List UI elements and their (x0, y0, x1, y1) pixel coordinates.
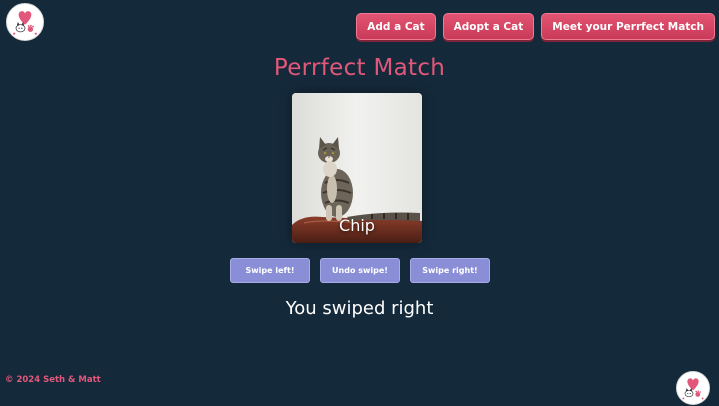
swipe-left-button[interactable]: Swipe left! (230, 258, 310, 283)
cat-heart-logo-icon (676, 371, 710, 405)
cat-heart-logo-icon[interactable] (6, 3, 44, 41)
add-cat-button[interactable]: Add a Cat (356, 13, 436, 40)
meet-match-button[interactable]: Meet your Perrfect Match (541, 13, 715, 40)
top-nav: Add a Cat Adopt a Cat Meet your Perrfect… (356, 13, 715, 40)
swipe-actions: Swipe left! Undo swipe! Swipe right! (230, 258, 490, 283)
cat-card[interactable]: Chip (292, 93, 422, 243)
adopt-cat-button[interactable]: Adopt a Cat (442, 13, 535, 40)
footer-copyright: © 2024 Seth & Matt (5, 375, 101, 385)
undo-swipe-button[interactable]: Undo swipe! (320, 258, 400, 283)
swipe-right-button[interactable]: Swipe right! (410, 258, 490, 283)
cat-name-label: Chip (339, 216, 375, 235)
swipe-result-text: You swiped right (285, 298, 434, 319)
page-title: Perrfect Match (273, 55, 446, 81)
